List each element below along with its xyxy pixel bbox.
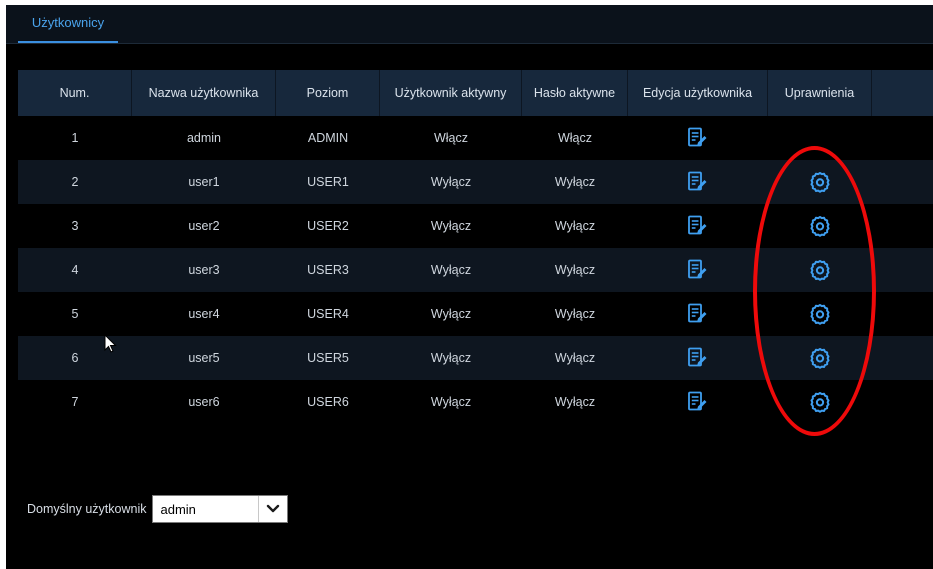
table-row[interactable]: 4 user3 USER3 Wyłącz Wyłącz [18,248,933,292]
table-row[interactable]: 1 admin ADMIN Włącz Włącz [18,116,933,160]
cell-level: ADMIN [307,131,349,145]
cell-username: user6 [188,395,220,409]
cell-password-active: Wyłącz [554,219,596,233]
cell-edit-user [628,248,768,292]
cell-spacer [872,116,933,160]
default-user-label: Domyślny użytkownik [27,502,147,516]
cell-user-active: Wyłącz [430,219,472,233]
cell-spacer [872,248,933,292]
cell-permissions [768,380,872,424]
cell-spacer [872,380,933,424]
cell-username: user2 [188,219,220,233]
cell-num: 1 [71,131,79,145]
users-screen: Użytkownicy Num. Nazwa użytkownika Pozio… [6,5,933,569]
tab-users[interactable]: Użytkownicy [18,5,118,43]
users-table-body: 1 admin ADMIN Włącz Włącz 2 user1 USER1 Wyłącz Wy… [18,116,933,424]
gear-icon[interactable] [809,215,831,237]
chevron-down-icon[interactable] [258,496,287,522]
gear-icon[interactable] [809,259,831,281]
cell-edit-user [628,204,768,248]
cell-level: USER3 [307,263,349,277]
cell-user-active: Wyłącz [430,263,472,277]
column-header-edit-user: Edycja użytkownika [628,70,768,116]
table-row[interactable]: 6 user5 USER5 Wyłącz Wyłącz [18,336,933,380]
cell-level: USER6 [307,395,349,409]
cell-edit-user [628,380,768,424]
cell-password-active: Wyłącz [554,175,596,189]
gear-icon[interactable] [809,303,831,325]
cell-level: USER4 [307,307,349,321]
cell-num: 4 [71,263,79,277]
default-user-row: Domyślny użytkownik admin [27,494,289,524]
gear-icon[interactable] [809,391,831,413]
gear-icon[interactable] [809,347,831,369]
edit-icon[interactable] [687,171,709,193]
column-header-spacer [872,70,933,116]
cell-level: USER1 [307,175,349,189]
gear-icon[interactable] [809,171,831,193]
cell-username: user3 [188,263,220,277]
cell-permissions [768,160,872,204]
cell-username: user4 [188,307,220,321]
default-user-value: admin [160,501,196,517]
cell-level: USER5 [307,351,349,365]
cell-edit-user [628,336,768,380]
cell-num: 3 [71,219,79,233]
cell-username: user1 [188,175,220,189]
cell-num: 2 [71,175,79,189]
cell-password-active: Włącz [557,131,593,145]
cell-edit-user [628,292,768,336]
edit-icon[interactable] [687,391,709,413]
cell-password-active: Wyłącz [554,395,596,409]
table-row[interactable]: 3 user2 USER2 Wyłącz Wyłącz [18,204,933,248]
table-row[interactable]: 2 user1 USER1 Wyłącz Wyłącz [18,160,933,204]
edit-icon[interactable] [687,347,709,369]
cell-user-active: Wyłącz [430,307,472,321]
table-header: Num. Nazwa użytkownika Poziom Użytkownik… [18,70,933,116]
column-header-num: Num. [18,70,132,116]
tab-active-indicator [18,41,118,43]
cell-permissions [768,292,872,336]
edit-icon[interactable] [687,303,709,325]
cell-spacer [872,292,933,336]
cell-username: user5 [188,351,220,365]
cell-permissions [768,336,872,380]
cell-username: admin [186,131,222,145]
cell-user-active: Włącz [433,131,469,145]
cell-permissions [768,248,872,292]
edit-icon[interactable] [687,259,709,281]
cell-password-active: Wyłącz [554,263,596,277]
table-row[interactable]: 5 user4 USER4 Wyłącz Wyłącz [18,292,933,336]
cell-level: USER2 [307,219,349,233]
cell-num: 5 [71,307,79,321]
cell-edit-user [628,116,768,160]
cell-spacer [872,336,933,380]
table-row[interactable]: 7 user6 USER6 Wyłącz Wyłącz [18,380,933,424]
cell-permissions [768,204,872,248]
cell-user-active: Wyłącz [430,351,472,365]
cell-password-active: Wyłącz [554,351,596,365]
tab-bar: Użytkownicy [6,5,933,44]
edit-icon[interactable] [687,215,709,237]
edit-icon[interactable] [687,127,709,149]
column-header-permissions: Uprawnienia [768,70,872,116]
tab-users-label: Użytkownicy [31,15,105,30]
cell-spacer [872,204,933,248]
cell-password-active: Wyłącz [554,307,596,321]
cell-user-active: Wyłącz [430,395,472,409]
column-header-username: Nazwa użytkownika [132,70,276,116]
column-header-user-active: Użytkownik aktywny [380,70,522,116]
cell-permissions [768,116,872,160]
cell-num: 7 [71,395,79,409]
default-user-select[interactable]: admin [152,495,289,523]
cell-spacer [872,160,933,204]
cell-edit-user [628,160,768,204]
column-header-level: Poziom [276,70,380,116]
column-header-password-active: Hasło aktywne [522,70,628,116]
mouse-cursor-icon [104,334,117,353]
cell-user-active: Wyłącz [430,175,472,189]
